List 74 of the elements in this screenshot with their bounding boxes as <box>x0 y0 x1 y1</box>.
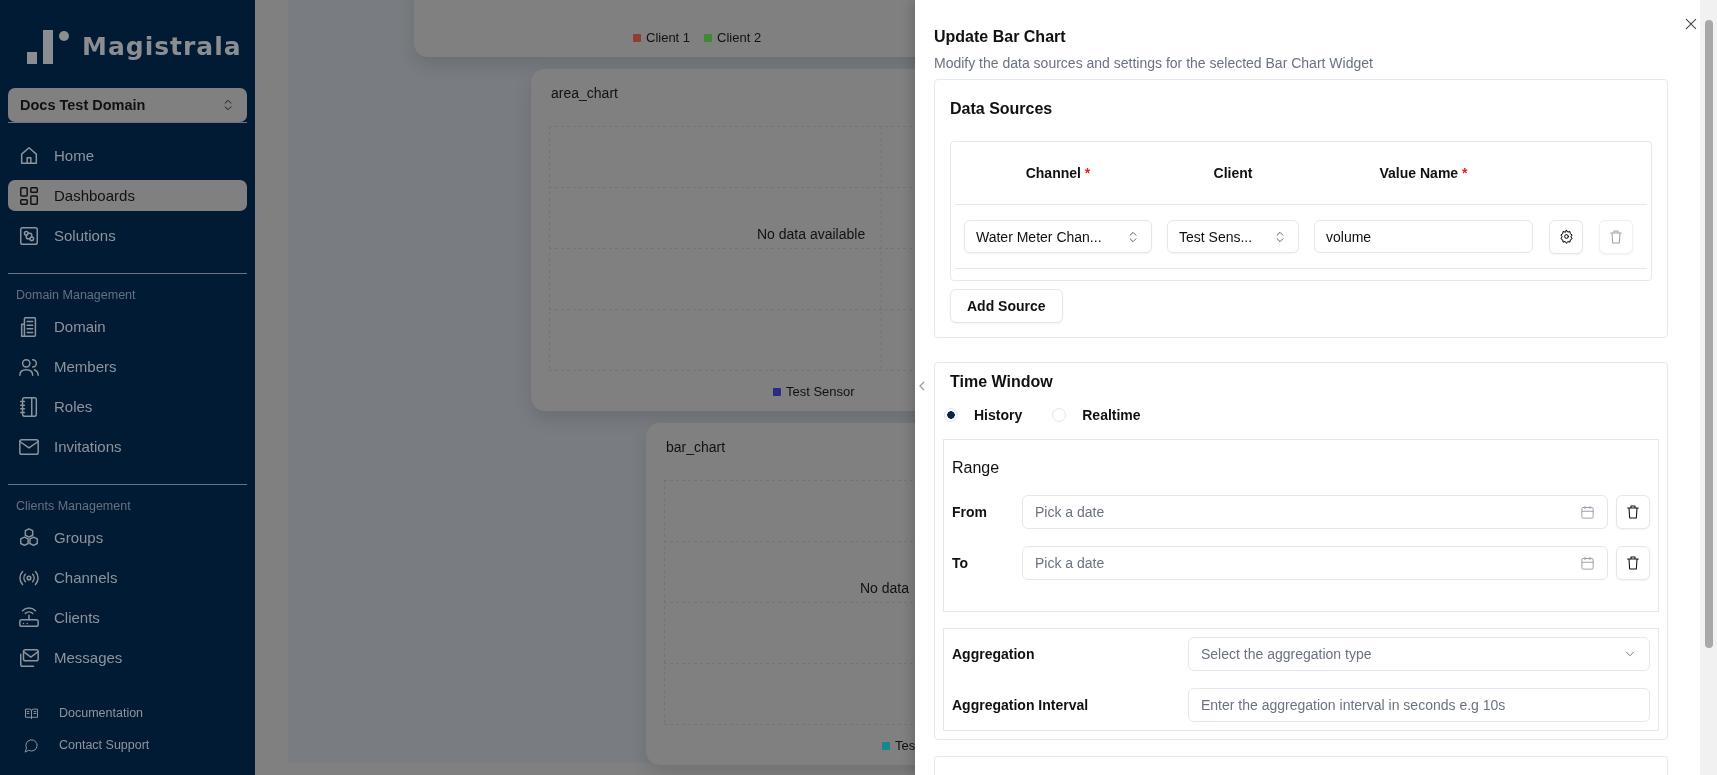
column-header: Value Name <box>1379 165 1459 181</box>
dialog-description: Modify the data sources and settings for the selected Bar Chart Widget <box>934 55 1374 71</box>
book-icon <box>24 705 39 721</box>
cubes-icon <box>18 526 40 549</box>
mail-stack-icon <box>18 646 40 669</box>
section-heading: Domain Management <box>15 287 137 302</box>
close-icon <box>1683 16 1699 32</box>
trash-icon <box>1608 228 1624 245</box>
nav-item[interactable]: Groups <box>8 522 247 553</box>
calendar-icon <box>1580 504 1595 520</box>
clear-date-button[interactable] <box>1616 495 1650 529</box>
workflow-icon <box>18 224 40 247</box>
channel-select[interactable]: Water Meter Chan... <box>964 220 1152 253</box>
chevron-left-icon[interactable] <box>918 380 926 392</box>
nav-item[interactable]: Members <box>8 351 247 382</box>
nav-item[interactable]: Clients <box>8 602 247 633</box>
widget-title: area_chart <box>551 85 618 101</box>
widget-title: bar_chart <box>666 439 726 455</box>
trash-icon <box>1625 504 1641 520</box>
section-heading: Clients Management <box>15 498 132 513</box>
required-marker: * <box>1462 165 1468 181</box>
notebook-icon <box>18 395 40 418</box>
nav-item[interactable]: Solutions <box>8 220 247 251</box>
home-icon <box>18 144 40 167</box>
field-label: To <box>952 555 970 571</box>
date-picker[interactable]: Pick a date <box>1022 495 1608 529</box>
calendar-icon <box>1580 555 1595 571</box>
close-button[interactable] <box>1683 16 1699 32</box>
nav-item[interactable]: Home <box>8 140 247 171</box>
chat-icon <box>24 737 39 753</box>
add-source-button[interactable]: Add Source <box>950 289 1063 323</box>
domain-selector[interactable]: Docs Test Domain <box>8 88 247 122</box>
empty-message: No data available <box>757 226 866 242</box>
nav-item[interactable]: Invitations <box>8 431 247 462</box>
field-label: Aggregation <box>952 646 1036 662</box>
router-icon <box>18 606 40 629</box>
empty-message: No data <box>860 580 910 596</box>
section-title: Time Window <box>949 373 1054 391</box>
settings-icon <box>1558 229 1574 244</box>
brand-name: Magistrala <box>82 32 242 61</box>
interval-input[interactable]: Enter the aggregation interval in seconds e.g 10s <box>1188 688 1650 722</box>
nav-item[interactable]: Messages <box>8 642 247 673</box>
nav-item[interactable]: Roles <box>8 391 247 422</box>
nav-item[interactable]: Domain <box>8 311 247 342</box>
logo-icon <box>26 29 70 64</box>
aggregation-select[interactable]: Select the aggregation type <box>1188 637 1650 671</box>
scrollbar[interactable] <box>1700 0 1717 775</box>
radio-option[interactable]: History <box>944 407 1023 423</box>
radio-button[interactable] <box>944 408 958 422</box>
radio-button[interactable] <box>1052 408 1067 422</box>
footer-link[interactable]: Contact Support <box>8 729 247 761</box>
column-header: Channel <box>1025 165 1081 181</box>
trash-icon <box>1625 555 1641 571</box>
dialog-title: Update Bar Chart <box>934 28 1067 46</box>
client-select[interactable]: Test Sens... <box>1167 220 1299 253</box>
legend-label: Client 2 <box>717 30 762 45</box>
nav-item[interactable]: Dashboards <box>8 180 247 211</box>
radio-option[interactable]: Realtime <box>1052 407 1141 423</box>
dashboard-icon <box>18 184 40 207</box>
clear-date-button[interactable] <box>1616 546 1650 580</box>
required-marker: * <box>1084 165 1091 181</box>
date-picker[interactable]: Pick a date <box>1022 546 1608 580</box>
section-title: Data Sources <box>950 100 1054 118</box>
nav-item[interactable]: Channels <box>8 562 247 593</box>
footer-link[interactable]: Documentation <box>8 697 247 729</box>
legend-label: Test Sensor <box>786 384 855 399</box>
value-name-input[interactable]: volume <box>1314 220 1533 253</box>
legend-label: Client 1 <box>646 30 691 45</box>
column-header: Client <box>1213 165 1253 181</box>
field-label: From <box>952 504 988 520</box>
settings-button[interactable] <box>1549 219 1583 254</box>
legend-label: Tes <box>895 738 915 753</box>
field-label: Aggregation Interval <box>952 697 1090 713</box>
range-heading: Range <box>952 459 1001 477</box>
